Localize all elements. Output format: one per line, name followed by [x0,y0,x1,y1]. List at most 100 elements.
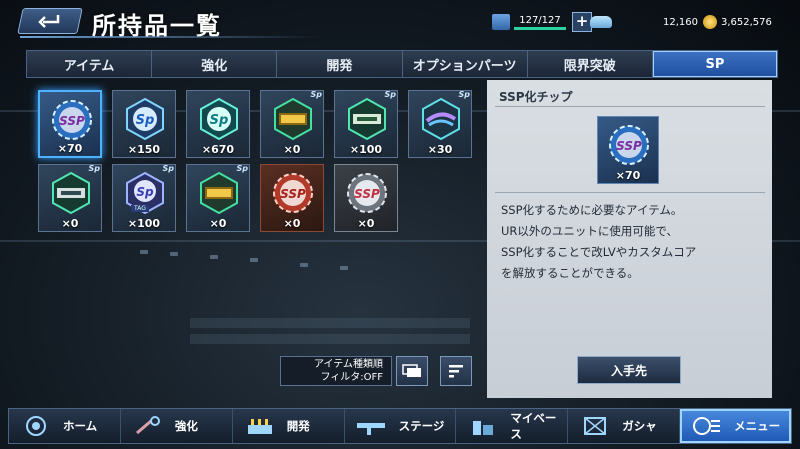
tab-option-parts[interactable]: オプションパーツ [403,51,528,77]
sp-emblem-icon [274,97,312,141]
description-line: SSP化するために必要なアイテム。 [501,203,683,217]
item-count: ×30 [427,143,453,156]
svg-text:Sp: Sp [136,113,155,128]
svg-text:SSP: SSP [616,139,642,153]
stamina-display: 127/127 + [492,12,592,32]
nav-enhance[interactable]: 強化 [121,409,233,443]
nav-develop[interactable]: 開発 [233,409,345,443]
item-sp-green2[interactable]: Sp ×0 [38,164,102,232]
tab-items[interactable]: アイテム [27,51,153,77]
tab-limit-break[interactable]: 限界突破 [528,51,653,77]
nav-label: マイベース [510,411,557,441]
item-ssp-red[interactable]: SSP ×0 [260,164,324,232]
item-count: ×0 [283,217,301,230]
item-count: ×0 [61,217,79,230]
detail-title: SSP化チップ [499,90,573,104]
sp-emblem-icon [348,97,386,141]
item-detail-panel: SSP化チップ SSP ×70 SSP化するために必要なアイテム。 UR以外のユ… [487,80,772,398]
detail-item-icon: SSP ×70 [597,116,659,184]
item-sp-gold2[interactable]: Sp ×0 [186,164,250,232]
item-count: ×670 [201,143,235,156]
divider [495,106,765,107]
item-count: ×100 [349,143,383,156]
item-sp-teal[interactable]: Sp ×670 [186,90,250,158]
detail-description: SSP化するために必要なアイテム。 UR以外のユニットに使用可能で、 SSP化す… [501,200,766,284]
coin-value: 3,652,576 [721,16,772,28]
sp-tag: Sp [236,164,249,173]
stamina-value: 127/127 [519,14,561,26]
sp-medal-icon: Sp [200,97,238,141]
nav-label: ステージ [398,419,445,433]
sp-emblem-icon [52,171,90,215]
sort-filter-status: アイテム種類順 フィルタ:OFF [280,356,392,386]
bottom-navigation: ホーム 強化 開発 ステージ マイベース ガシャ メニュー [8,408,792,444]
sp-tag: Sp [162,164,175,173]
nav-home[interactable]: ホーム [9,409,121,443]
description-line: を解放することができる。 [501,266,639,280]
stamina-bar [514,26,566,30]
factory-icon [243,414,277,438]
detail-count: ×70 [615,169,641,182]
item-count: ×0 [209,217,227,230]
item-count: ×0 [357,217,375,230]
tab-enhance[interactable]: 強化 [152,51,278,77]
svg-text:Sp: Sp [136,185,154,199]
item-sp-tag[interactable]: Sp TAG Sp ×100 [112,164,176,232]
sp-emblem-icon [422,97,460,141]
ssp-chip-icon: SSP [347,173,387,213]
sort-button[interactable] [440,356,472,386]
ssp-chip-icon: SSP [273,173,313,213]
nav-my-base[interactable]: マイベース [456,409,569,443]
nav-label: 開発 [286,419,310,433]
item-grid: SSP ×70 Sp ×150 Sp ×670 Sp ×0 Sp ×100 Sp… [30,80,485,368]
svg-text:SSP: SSP [354,187,380,201]
nav-label: 強化 [174,419,198,433]
item-sp-gold[interactable]: Sp ×0 [260,90,324,158]
sp-emblem-icon [200,171,238,215]
item-sp-purple[interactable]: Sp ×30 [408,90,472,158]
ssp-chip-icon: SSP [609,125,649,165]
gem-display: 12,160 [590,12,698,32]
acquire-source-button[interactable]: 入手先 [577,356,681,384]
nav-menu[interactable]: メニュー [680,409,792,443]
nav-stage[interactable]: ステージ [345,409,457,443]
menu-icon [690,414,724,438]
item-sp-green[interactable]: Sp ×100 [334,90,398,158]
sort-icon [449,365,463,378]
nav-label: ホーム [63,419,98,433]
svg-text:SSP: SSP [59,114,85,128]
home-icon [19,414,53,438]
item-ssp-grey[interactable]: SSP ×0 [334,164,398,232]
weapon-icon [355,414,389,438]
tag-label: TAG [131,205,149,212]
item-sp-blue[interactable]: Sp ×150 [112,90,176,158]
sp-tag: Sp [310,90,323,99]
back-arrow-icon [38,15,60,28]
sp-tag: Sp [458,90,471,99]
coin-display: 3,652,576 [703,12,772,32]
gacha-icon [578,414,612,438]
filter-label: フィルタ:OFF [320,372,383,383]
back-button[interactable] [17,8,83,34]
add-stamina-button[interactable]: + [572,12,592,32]
nav-gacha[interactable]: ガシャ [568,409,681,443]
list-view-icon [402,364,421,377]
item-ssp-chip[interactable]: SSP ×70 [38,90,102,158]
tab-sp[interactable]: SP [652,51,778,77]
description-line: UR以外のユニットに使用可能で、 [501,224,678,238]
tab-develop[interactable]: 開発 [277,51,403,77]
svg-text:SSP: SSP [280,187,306,201]
category-tabs: アイテム 強化 開発 オプションパーツ 限界突破 SP [26,50,778,78]
coin-icon [703,15,717,29]
item-count: ×150 [127,143,161,156]
view-toggle-button[interactable] [396,356,428,386]
nav-label: ガシャ [622,419,657,433]
ssp-chip-icon: SSP [52,100,92,140]
gem-icon [590,16,612,28]
item-count: ×0 [283,143,301,156]
nav-label: メニュー [734,419,781,433]
item-count: ×70 [57,142,83,155]
divider [495,192,765,193]
wrench-icon [131,414,165,438]
stamina-icon [492,14,510,30]
